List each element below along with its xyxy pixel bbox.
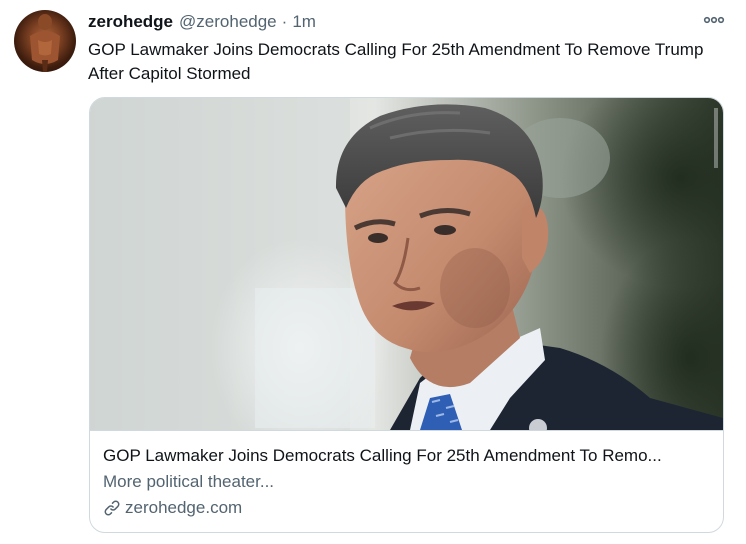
display-name[interactable]: zerohedge [88,12,173,32]
avatar[interactable] [14,10,76,72]
tweet-header: zerohedge @zerohedge · 1m [88,12,316,34]
more-horizontal-icon[interactable] [702,12,726,28]
timestamp[interactable]: 1m [292,12,316,32]
separator-dot: · [281,12,288,31]
card-info[interactable]: GOP Lawmaker Joins Democrats Calling For… [90,430,723,532]
avatar-image [30,14,60,72]
card-domain-label[interactable]: zerohedge.com [125,497,242,519]
card-title[interactable]: GOP Lawmaker Joins Democrats Calling For… [103,445,711,467]
card-description: More political theater... [103,472,275,491]
card-domain[interactable]: zerohedge.com [103,497,242,519]
card-image[interactable] [90,98,723,430]
link-card[interactable]: GOP Lawmaker Joins Democrats Calling For… [89,97,724,533]
user-handle[interactable]: @zerohedge [179,12,277,32]
tweet: zerohedge @zerohedge · 1m GOP Lawmaker J… [0,0,746,544]
link-icon [103,499,121,517]
tweet-text: GOP Lawmaker Joins Democrats Calling For… [88,40,704,83]
